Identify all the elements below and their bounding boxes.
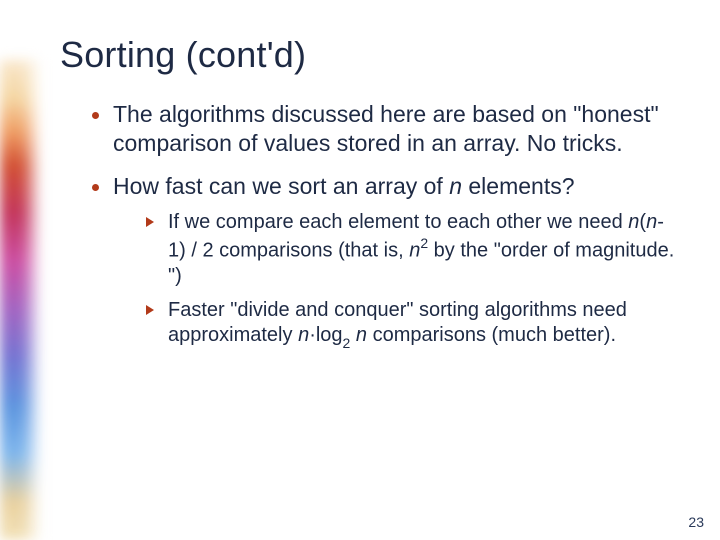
- subbullet-icon: [146, 305, 154, 315]
- subbullet-2-2-text: Faster "divide and conquer" sorting algo…: [168, 298, 680, 352]
- subbullet-2-2: Faster "divide and conquer" sorting algo…: [146, 298, 680, 352]
- bullet-2-text: How fast can we sort an array of n eleme…: [113, 172, 575, 201]
- bullet-2: How fast can we sort an array of n eleme…: [92, 172, 680, 201]
- bullet-1-text: The algorithms discussed here are based …: [113, 100, 680, 158]
- bullet-icon: [92, 184, 99, 191]
- subbullet-2-1-text: If we compare each element to each other…: [168, 210, 680, 289]
- subbullet-icon: [146, 217, 154, 227]
- subbullet-2-1: If we compare each element to each other…: [146, 210, 680, 289]
- bullet-icon: [92, 112, 99, 119]
- bullet-1: The algorithms discussed here are based …: [92, 100, 680, 158]
- slide-title: Sorting (cont'd): [60, 34, 680, 76]
- page-number: 23: [688, 514, 704, 530]
- slide-body: Sorting (cont'd) The algorithms discusse…: [0, 0, 720, 540]
